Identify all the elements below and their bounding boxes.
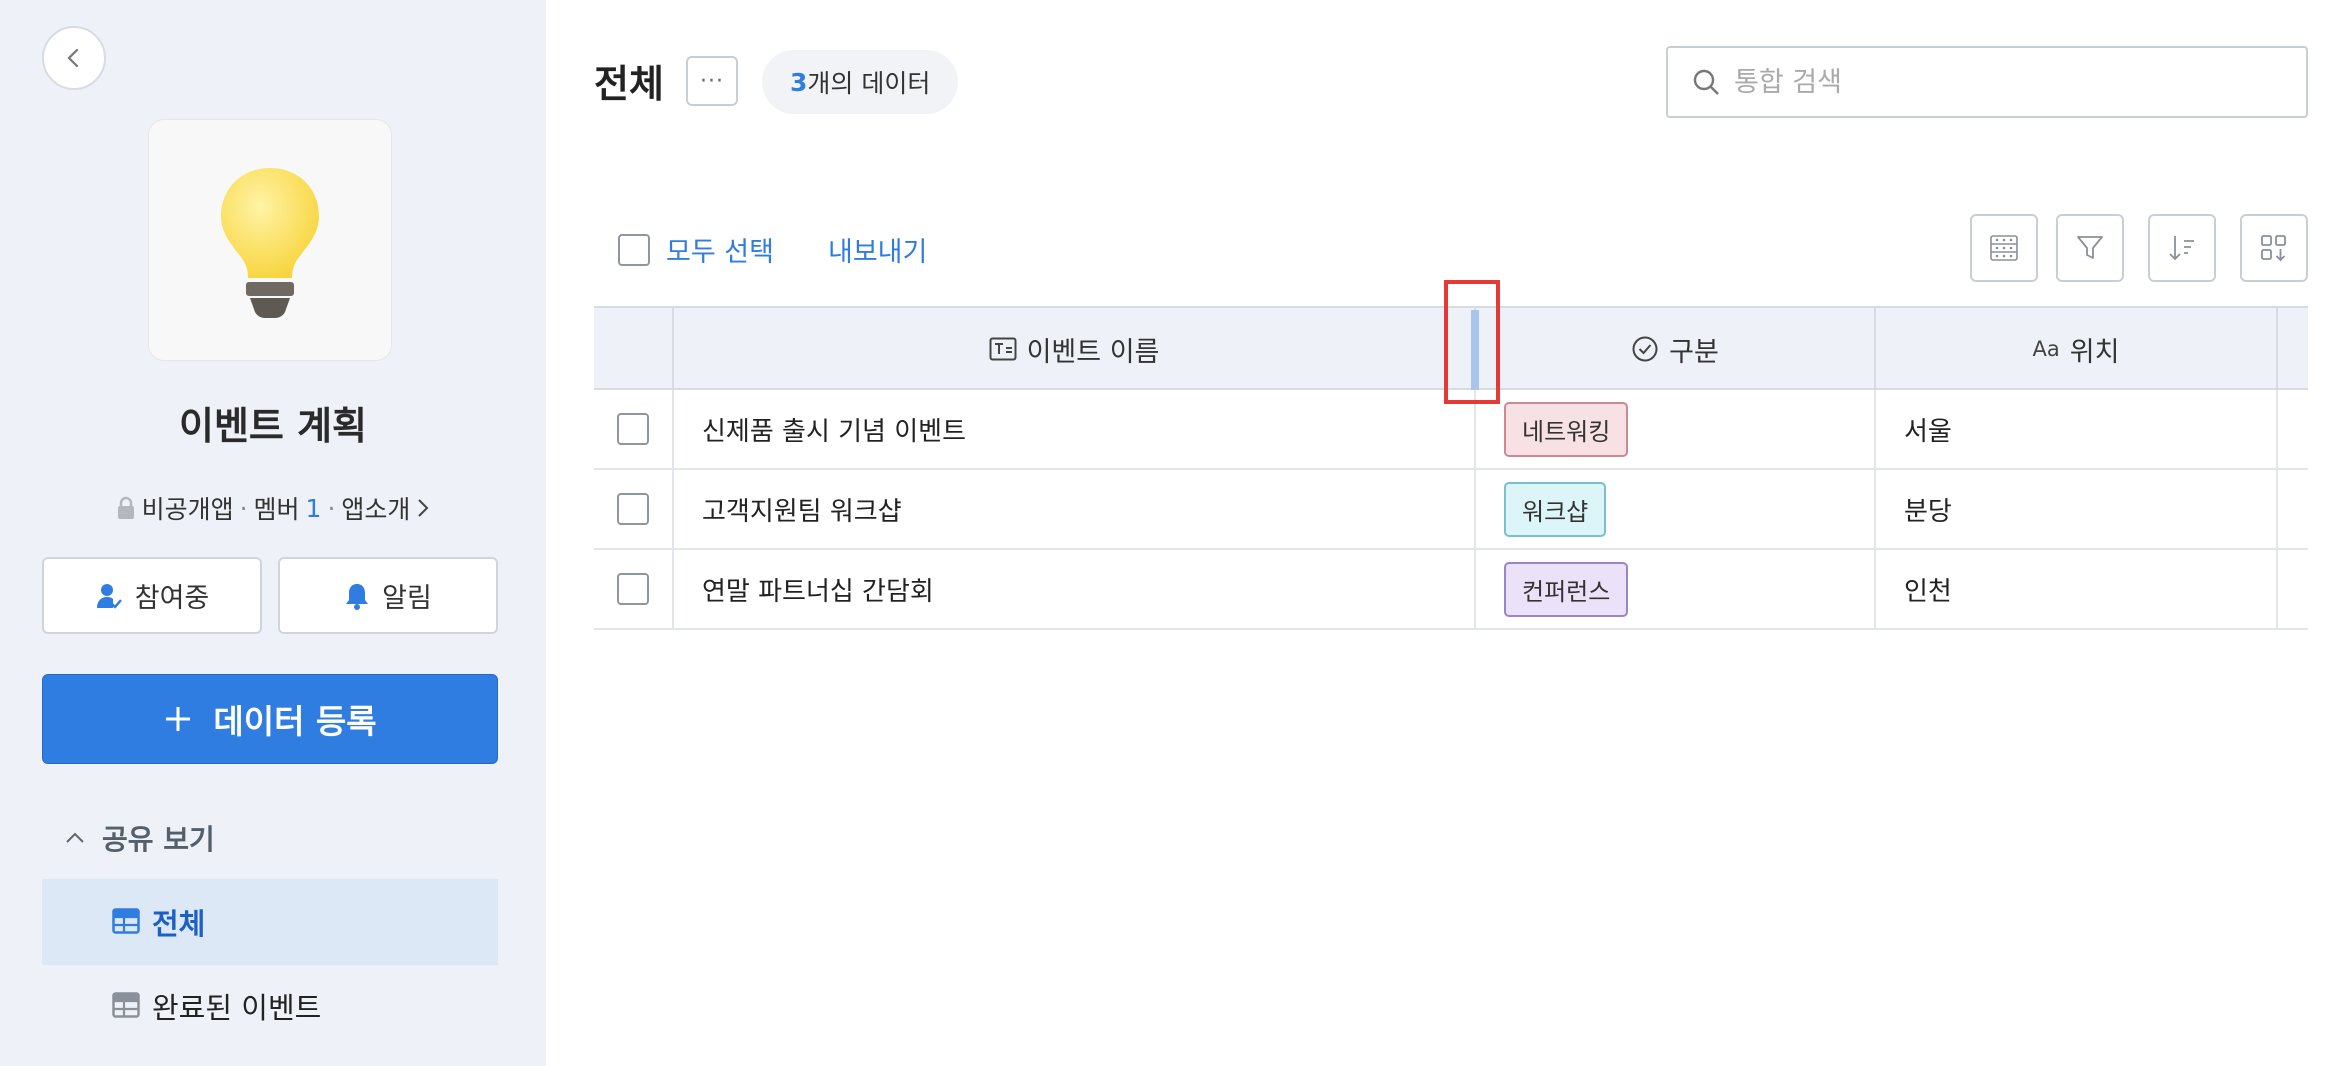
cell-event-name[interactable]: 고객지원팀 워크샵 xyxy=(674,470,1476,548)
row-checkbox-cell xyxy=(594,390,674,468)
text-aa-icon: Aa xyxy=(2032,337,2060,361)
table-row[interactable]: 고객지원팀 워크샵 워크샵 분당 xyxy=(594,470,2308,550)
member-count: 1 xyxy=(305,493,322,523)
shared-views-toggle[interactable]: 공유 보기 xyxy=(64,818,215,858)
data-count-suffix: 개의 데이터 xyxy=(807,69,931,98)
row-checkbox[interactable] xyxy=(617,573,649,605)
back-button[interactable] xyxy=(42,26,106,90)
participating-button[interactable]: 참여중 xyxy=(42,557,262,634)
row-height-icon xyxy=(1990,235,2018,261)
search-icon xyxy=(1693,69,1719,95)
alert-label: 알림 xyxy=(382,583,432,614)
column-header-category[interactable]: 구분 xyxy=(1476,308,1876,390)
row-checkbox-cell xyxy=(594,470,674,548)
category-tag: 네트워킹 xyxy=(1504,401,1629,457)
row-checkbox-cell xyxy=(594,550,674,628)
export-link[interactable]: 내보내기 xyxy=(828,230,927,269)
lightbulb-icon xyxy=(221,168,319,318)
app-title: 이벤트 계획 xyxy=(178,404,368,448)
cell-location[interactable]: 서울 xyxy=(1876,390,2278,468)
cell-event-name[interactable]: 연말 파트너십 간담회 xyxy=(674,550,1476,628)
chevron-right-icon xyxy=(418,499,429,517)
plus-icon xyxy=(166,707,191,731)
app-icon xyxy=(148,119,392,361)
category-tag: 워크샵 xyxy=(1504,481,1607,537)
filter-icon xyxy=(2077,236,2103,259)
grid-download-icon xyxy=(2261,235,2286,262)
search-box[interactable] xyxy=(1666,46,2308,118)
view-layout-button[interactable] xyxy=(2240,214,2308,282)
app-meta: 비공개앱 · 멤버 1 · 앱소개 xyxy=(0,490,546,526)
shared-views-label: 공유 보기 xyxy=(102,823,215,856)
cell-location[interactable]: 인천 xyxy=(1876,550,2278,628)
member-label: 멤버 xyxy=(253,495,300,524)
resize-handle-highlight xyxy=(1444,280,1500,404)
user-check-icon xyxy=(96,583,122,609)
filter-button[interactable] xyxy=(2056,214,2124,282)
cell-location[interactable]: 분당 xyxy=(1876,470,2278,548)
select-all-checkbox[interactable] xyxy=(618,233,650,266)
row-checkbox[interactable] xyxy=(617,493,649,525)
header-checkbox-cell xyxy=(594,308,674,390)
select-all[interactable]: 모두 선택 xyxy=(618,230,774,269)
participating-label: 참여중 xyxy=(134,583,210,614)
separator-dot: · xyxy=(327,493,336,523)
privacy-label: 비공개앱 xyxy=(141,495,234,524)
row-height-button[interactable] xyxy=(1970,214,2038,282)
alert-button[interactable]: 알림 xyxy=(278,557,498,634)
lock-icon xyxy=(117,496,134,519)
view-item-completed[interactable]: 완료된 이벤트 xyxy=(42,963,498,1049)
register-data-label: 데이터 등록 xyxy=(213,702,377,741)
data-count-number: 3 xyxy=(790,67,808,97)
view-item-label: 완료된 이벤트 xyxy=(152,991,322,1025)
cell-event-name[interactable]: 신제품 출시 기념 이벤트 xyxy=(674,390,1476,468)
table-icon xyxy=(112,908,140,934)
column-header-event-name[interactable]: 이벤트 이름 xyxy=(674,308,1476,390)
select-all-label: 모두 선택 xyxy=(666,237,774,268)
check-circle-icon xyxy=(1632,336,1658,362)
sort-button[interactable] xyxy=(2148,214,2216,282)
cell-category[interactable]: 네트워킹 xyxy=(1476,390,1876,468)
table-row[interactable]: 연말 파트너십 간담회 컨퍼런스 인천 xyxy=(594,550,2308,630)
data-count-badge: 3 개의 데이터 xyxy=(762,50,959,114)
cell-category[interactable]: 컨퍼런스 xyxy=(1476,550,1876,628)
sort-icon xyxy=(2169,236,2194,261)
view-item-all[interactable]: 전체 xyxy=(42,879,498,965)
column-header-label: 구분 xyxy=(1669,336,1719,368)
view-item-label: 전체 xyxy=(152,907,206,941)
column-header-location[interactable]: Aa 위치 xyxy=(1876,308,2278,390)
search-input[interactable] xyxy=(1734,66,2294,98)
column-header-label: 위치 xyxy=(2069,336,2120,368)
chevron-up-icon xyxy=(66,832,84,843)
text-field-icon xyxy=(989,337,1017,361)
bell-icon xyxy=(346,583,369,610)
row-checkbox[interactable] xyxy=(617,413,649,445)
chevron-left-icon xyxy=(67,48,79,68)
column-header-label: 이벤트 이름 xyxy=(1026,336,1160,368)
app-intro-link[interactable]: 앱소개 xyxy=(341,490,410,526)
table-icon xyxy=(112,992,140,1018)
category-tag: 컨퍼런스 xyxy=(1504,561,1629,617)
cell-category[interactable]: 워크샵 xyxy=(1476,470,1876,548)
sidebar: 이벤트 계획 비공개앱 · 멤버 1 · 앱소개 참여중 알림 데이터 등록 공… xyxy=(0,0,546,1066)
register-data-button[interactable]: 데이터 등록 xyxy=(42,674,498,764)
more-options-button[interactable]: ··· xyxy=(686,56,738,106)
page-title: 전체 xyxy=(594,62,664,106)
separator-dot: · xyxy=(239,493,248,523)
